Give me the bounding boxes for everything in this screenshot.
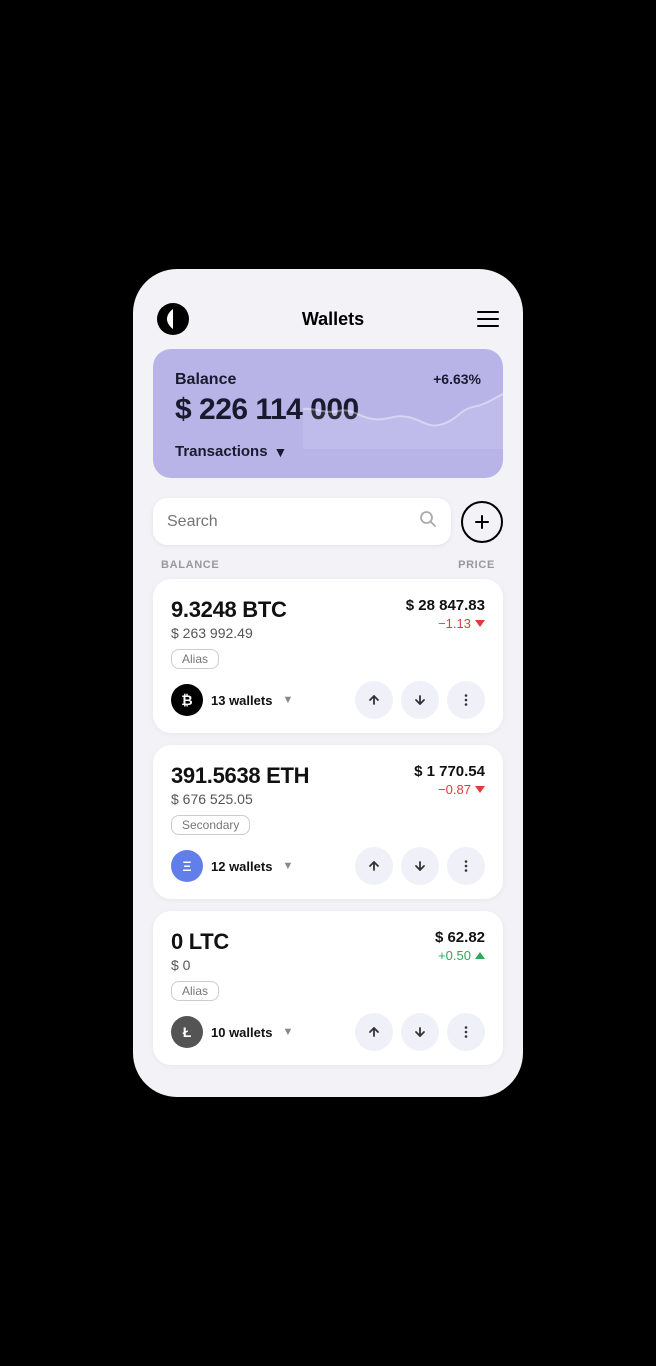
wallets-count: 12 wallets: [211, 859, 272, 874]
menu-line-2: [477, 318, 499, 320]
wallet-crypto-info-ltc[interactable]: Ł 10 wallets ▼: [171, 1016, 293, 1048]
wallet-alias-tag: Secondary: [171, 815, 250, 835]
search-input-wrapper: [153, 498, 451, 545]
transactions-chevron-icon: ▼: [274, 444, 288, 460]
wallet-balance-col: 9.3248 BTC $ 263 992.49 Alias: [171, 597, 287, 669]
wallet-top-row: 0 LTC $ 0 Alias $ 62.82 +0.50: [171, 929, 485, 1001]
add-wallet-button[interactable]: [461, 501, 503, 543]
wallets-chevron-icon: ▼: [282, 860, 293, 872]
wallet-amount: 391.5638 ETH: [171, 763, 309, 789]
wallet-actions: [355, 1013, 485, 1051]
search-input[interactable]: [167, 513, 411, 531]
wallet-amount: 0 LTC: [171, 929, 229, 955]
wallet-price-col: $ 28 847.83 −1.13: [406, 597, 485, 631]
wallet-bottom-row: Ł 10 wallets ▼: [171, 1013, 485, 1051]
wallet-change: −0.87: [414, 782, 485, 797]
balance-column-header: BALANCE: [161, 559, 219, 571]
wallets-chevron-icon: ▼: [282, 1026, 293, 1038]
wallet-balance-col: 0 LTC $ 0 Alias: [171, 929, 229, 1001]
receive-button[interactable]: [401, 1013, 439, 1051]
send-button[interactable]: [355, 681, 393, 719]
wallet-bottom-row: ₿ 13 wallets ▼: [171, 681, 485, 719]
wallet-bottom-row: Ξ 12 wallets ▼: [171, 847, 485, 885]
trend-up-icon: [475, 952, 485, 959]
wallet-top-row: 9.3248 BTC $ 263 992.49 Alias $ 28 847.8…: [171, 597, 485, 669]
balance-card: Balance +6.63% $ 226 114 000 Transaction…: [153, 349, 503, 478]
wallet-price: $ 28 847.83: [406, 597, 485, 614]
more-options-button[interactable]: [447, 847, 485, 885]
wallet-usd: $ 263 992.49: [171, 625, 287, 641]
transactions-label: Transactions: [175, 443, 268, 460]
wallet-card-eth: 391.5638 ETH $ 676 525.05 Secondary $ 1 …: [153, 745, 503, 899]
receive-button[interactable]: [401, 847, 439, 885]
wallet-price-col: $ 62.82 +0.50: [435, 929, 485, 963]
send-button[interactable]: [355, 1013, 393, 1051]
wallet-alias-tag: Alias: [171, 649, 219, 669]
wallet-top-row: 391.5638 ETH $ 676 525.05 Secondary $ 1 …: [171, 763, 485, 835]
price-column-header: PRICE: [458, 559, 495, 571]
wallet-price: $ 62.82: [435, 929, 485, 946]
wallets-count: 13 wallets: [211, 693, 272, 708]
receive-button[interactable]: [401, 681, 439, 719]
sparkline-chart: [303, 379, 503, 449]
wallet-balance-col: 391.5638 ETH $ 676 525.05 Secondary: [171, 763, 309, 835]
menu-button[interactable]: [477, 311, 499, 327]
eth-logo-icon: Ξ: [171, 850, 203, 882]
send-button[interactable]: [355, 847, 393, 885]
wallet-alias-tag: Alias: [171, 981, 219, 1001]
balance-label: Balance: [175, 371, 236, 389]
wallet-usd: $ 676 525.05: [171, 791, 309, 807]
more-options-button[interactable]: [447, 1013, 485, 1051]
menu-line-1: [477, 311, 499, 313]
more-options-button[interactable]: [447, 681, 485, 719]
ltc-logo-icon: Ł: [171, 1016, 203, 1048]
wallet-crypto-info-btc[interactable]: ₿ 13 wallets ▼: [171, 684, 293, 716]
header: Wallets: [133, 293, 523, 349]
trend-down-icon: [475, 786, 485, 793]
wallet-list: 9.3248 BTC $ 263 992.49 Alias $ 28 847.8…: [133, 579, 523, 1065]
btc-logo-icon: ₿: [171, 684, 203, 716]
wallet-card-btc: 9.3248 BTC $ 263 992.49 Alias $ 28 847.8…: [153, 579, 503, 733]
wallets-count: 10 wallets: [211, 1025, 272, 1040]
wallet-price: $ 1 770.54: [414, 763, 485, 780]
wallet-crypto-info-eth[interactable]: Ξ 12 wallets ▼: [171, 850, 293, 882]
search-icon: [419, 510, 437, 533]
wallets-chevron-icon: ▼: [282, 694, 293, 706]
wallet-change: −1.13: [406, 616, 485, 631]
phone-shell: Wallets Balance +6.63% $ 226 114 000 Tra…: [133, 269, 523, 1097]
page-title: Wallets: [302, 309, 364, 330]
wallet-actions: [355, 847, 485, 885]
wallet-usd: $ 0: [171, 957, 229, 973]
column-headers: BALANCE PRICE: [133, 549, 523, 579]
trend-down-icon: [475, 620, 485, 627]
menu-line-3: [477, 325, 499, 327]
wallet-actions: [355, 681, 485, 719]
search-bar: [153, 498, 503, 545]
wallet-amount: 9.3248 BTC: [171, 597, 287, 623]
wallet-change: +0.50: [435, 948, 485, 963]
app-logo-icon: [157, 303, 189, 335]
wallet-card-ltc: 0 LTC $ 0 Alias $ 62.82 +0.50 Ł 10 walle…: [153, 911, 503, 1065]
wallet-price-col: $ 1 770.54 −0.87: [414, 763, 485, 797]
